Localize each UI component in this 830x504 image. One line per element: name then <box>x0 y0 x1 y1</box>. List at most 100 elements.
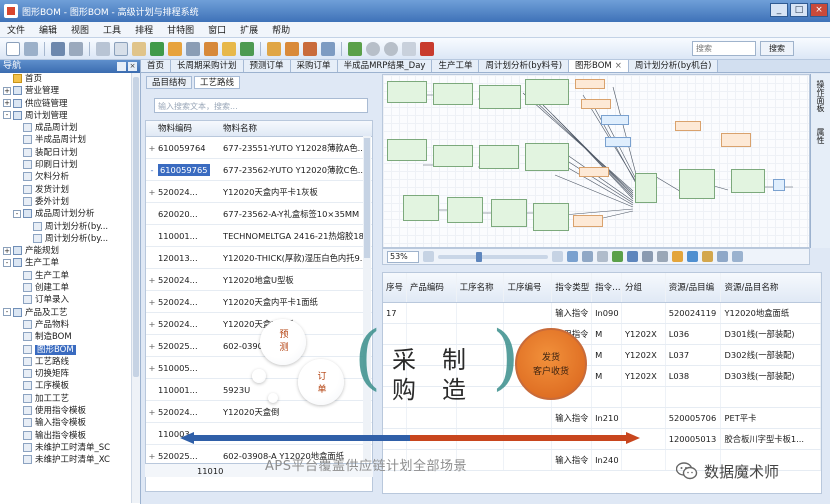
document-tab[interactable]: 周计划分析(by料号) <box>479 60 570 72</box>
nav-tree-item[interactable]: + 供应链管理 <box>0 98 140 110</box>
diagram-node[interactable] <box>433 83 473 105</box>
instr-col-header[interactable]: 工序名称 <box>457 273 505 302</box>
nav-tree-item[interactable]: 欠料分析 <box>0 171 140 183</box>
collapse-icon[interactable]: - <box>3 308 11 317</box>
pin-icon[interactable] <box>117 62 126 71</box>
nav-tree-item[interactable]: 装配日计划 <box>0 147 140 159</box>
zoom-level[interactable]: 53% <box>387 250 419 263</box>
item-search-input[interactable]: 输入搜索文本，搜索... <box>154 98 368 113</box>
diagram-node[interactable] <box>479 85 521 109</box>
instr-col-header[interactable]: 指令… <box>592 273 622 302</box>
nav-tree-item[interactable]: 使用指令模板 <box>0 405 140 417</box>
nav-tree-item[interactable]: 印刷日计划 <box>0 159 140 171</box>
col-item-name[interactable]: 物料名称 <box>220 121 366 136</box>
diagram-node[interactable] <box>579 167 609 177</box>
pointer-icon[interactable] <box>597 251 608 262</box>
diagram-node[interactable] <box>575 79 605 89</box>
grid-icon[interactable] <box>222 41 236 56</box>
expand-icon[interactable]: + <box>146 357 158 378</box>
instr-col-header[interactable]: 资源/品目名称 <box>721 273 821 302</box>
item-grid-row[interactable]: +520024... Y12020天盒内平卡1面纸 <box>146 291 372 313</box>
document-tab[interactable]: 半成品MRP结果_Day <box>337 60 433 72</box>
copy-icon[interactable] <box>114 41 128 56</box>
item-grid-scroll-thumb[interactable] <box>364 138 370 258</box>
expand-icon[interactable]: + <box>146 181 158 202</box>
nav-tree-item[interactable]: 周计划分析(by... <box>0 233 140 245</box>
expand-icon[interactable]: + <box>146 137 158 158</box>
col-item-code[interactable]: 物料编码 <box>158 121 220 136</box>
tab-close-icon[interactable]: × <box>615 61 622 71</box>
instr-col-header[interactable]: 资源/品目编码 <box>666 273 722 302</box>
menu-window[interactable]: 窗口 <box>201 23 233 36</box>
nav-tree-item[interactable]: 输出指令模板 <box>0 430 140 442</box>
menu-edit[interactable]: 编辑 <box>32 23 64 36</box>
zoom-in-icon[interactable] <box>552 251 563 262</box>
collapse-icon[interactable]: - <box>3 111 11 120</box>
collapse-icon[interactable]: - <box>3 258 11 267</box>
calendar-icon[interactable] <box>321 41 335 56</box>
dock-tab-operation[interactable]: 操作面板 <box>815 80 826 112</box>
item-grid-row[interactable]: +520024... Y12020地盒U型板 <box>146 269 372 291</box>
diagram-node[interactable] <box>773 179 785 191</box>
close-icon[interactable]: × <box>128 62 137 71</box>
diagram-node[interactable] <box>731 169 765 193</box>
print-icon[interactable] <box>69 41 83 56</box>
document-tab[interactable]: 首页 <box>141 60 172 72</box>
diagram-node[interactable] <box>387 139 427 161</box>
cut-icon[interactable] <box>96 41 110 56</box>
document-tab[interactable]: 周计划分析(by机台) <box>628 60 719 72</box>
nav-tree-item[interactable]: + 营业管理 <box>0 85 140 97</box>
document-tab[interactable]: 长周期采购计划 <box>171 60 244 72</box>
expand-icon[interactable] <box>627 251 638 262</box>
nav-tree-item[interactable]: 委外计划 <box>0 196 140 208</box>
exit-icon[interactable] <box>420 41 434 56</box>
zoom-slider[interactable] <box>438 251 548 262</box>
instr-grid-row[interactable]: 输入指令 In210 520005706 PET平卡 <box>383 408 821 429</box>
menu-extend[interactable]: 扩展 <box>233 23 265 36</box>
nav-tree-item[interactable]: - 周计划管理 <box>0 110 140 122</box>
close-button[interactable]: × <box>810 3 828 17</box>
dock-tab-properties[interactable]: 属性 <box>815 128 826 144</box>
nav-tree-item[interactable]: - 成品周计划分析 <box>0 208 140 220</box>
nav-scroll-thumb[interactable] <box>133 77 139 377</box>
item-grid-row[interactable]: -610059765 677-23562-YUTO Y12020薄款C色... <box>146 159 372 181</box>
diagram-node[interactable] <box>605 137 631 147</box>
nav-tree-item[interactable]: 输入指令模板 <box>0 417 140 429</box>
item-grid-row[interactable]: +520024... Y12020天盒内平卡1灰板 <box>146 181 372 203</box>
instr-col-header[interactable]: 序号 <box>383 273 407 302</box>
item-grid-row[interactable]: +610059764 677-23551-YUTO Y12028薄款A色... <box>146 137 372 159</box>
diagram-node[interactable] <box>581 99 611 109</box>
diagram-node[interactable] <box>447 197 483 223</box>
global-search-input[interactable]: 搜索 <box>692 41 756 56</box>
item-grid-row[interactable]: 110001... TECHNOMELTGA 2416-21热熔胶18... <box>146 225 372 247</box>
nav-tree-item[interactable]: 发货计划 <box>0 184 140 196</box>
paste-icon[interactable] <box>132 41 146 56</box>
document-tab[interactable]: 生产工单 <box>432 60 480 72</box>
zoom-slider-handle[interactable] <box>476 251 482 262</box>
diagram-node[interactable] <box>635 173 657 203</box>
document-tab[interactable]: 图形BOM × <box>569 60 629 72</box>
new-icon[interactable] <box>6 41 20 56</box>
menu-file[interactable]: 文件 <box>0 23 32 36</box>
diagram-node[interactable] <box>403 195 439 221</box>
diagram-node[interactable] <box>573 215 603 227</box>
diagram-node[interactable] <box>525 143 569 171</box>
save-diagram-icon[interactable] <box>642 251 653 262</box>
bom-diagram-canvas[interactable] <box>382 74 810 248</box>
diagram-node[interactable] <box>387 81 427 103</box>
diagram-node[interactable] <box>721 133 751 147</box>
instr-grid-row[interactable]: 使用指令MY1202XL036D301线(一部装配) <box>383 324 821 345</box>
expand-icon[interactable]: + <box>146 335 158 356</box>
instr-col-header[interactable]: 产品编码 <box>407 273 457 302</box>
nav-tree-item[interactable]: 未维护工时清单_SC <box>0 442 140 454</box>
nav-tree-item[interactable]: 加工工艺 <box>0 393 140 405</box>
minimize-button[interactable]: _ <box>770 3 788 17</box>
expand-icon[interactable]: + <box>146 291 158 312</box>
diagram-node[interactable] <box>491 199 527 227</box>
expand-icon[interactable]: + <box>3 86 11 95</box>
refresh-icon[interactable] <box>150 41 164 56</box>
maximize-button[interactable]: □ <box>790 3 808 17</box>
instr-col-header[interactable]: 工序编号 <box>504 273 553 302</box>
nav-tree-item[interactable]: 周计划分析(by... <box>0 221 140 233</box>
instr-col-header[interactable]: 指令类型 <box>552 273 593 302</box>
